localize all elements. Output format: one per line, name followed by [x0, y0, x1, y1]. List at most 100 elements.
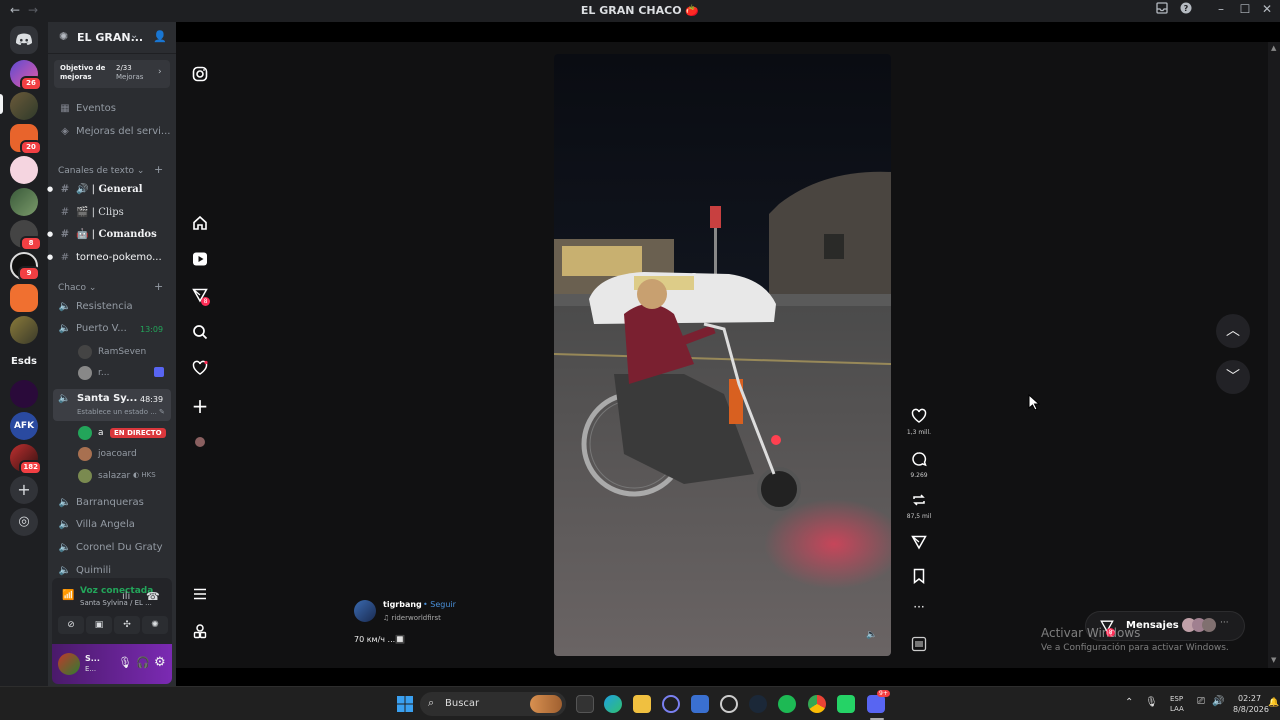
follow-button[interactable]: • Seguir	[423, 600, 456, 609]
soundboard-effects-icon[interactable]: ✺	[142, 616, 168, 634]
clock-date[interactable]: 8/8/2026	[1233, 705, 1269, 714]
voice-category-chaco[interactable]: Chaco ⌄	[58, 283, 96, 293]
activities-icon[interactable]: ✣	[114, 616, 140, 634]
scroll-down-icon[interactable]: ▼	[1271, 656, 1276, 664]
pencil-icon[interactable]: ✎	[159, 408, 165, 416]
disconnect-icon[interactable]: ☎	[146, 590, 160, 603]
repost-button[interactable]: 87,5 mil	[905, 492, 933, 520]
channel-clips[interactable]: # 🎬 | Clips	[58, 204, 124, 222]
channel-general[interactable]: # 🔊 | General	[58, 181, 143, 199]
profile-avatar[interactable]	[190, 432, 210, 452]
discord-taskbar-icon[interactable]: 9+	[867, 690, 890, 713]
voice-user[interactable]: joacoard	[78, 445, 137, 463]
scrollbar[interactable]: ▲ ▼	[1268, 42, 1280, 668]
share-button[interactable]	[905, 534, 933, 554]
voice-channel-villa[interactable]: 🔈 Villa Angela	[58, 516, 135, 534]
plus-icon[interactable]: +	[190, 396, 210, 416]
home-icon[interactable]	[190, 215, 210, 235]
server-boosts-item[interactable]: ◈ Mejoras del servi...	[58, 123, 170, 141]
bookmark-button[interactable]	[905, 568, 933, 588]
server-icon[interactable]: 8	[10, 220, 42, 251]
inbox-send-icon[interactable]: 8	[190, 287, 210, 307]
heart-icon[interactable]	[190, 360, 210, 380]
network-icon[interactable]: ⎚	[1197, 696, 1205, 707]
windows-start-icon[interactable]	[396, 695, 414, 713]
server-icon[interactable]	[10, 156, 38, 184]
server-icon[interactable]: 182	[10, 444, 42, 475]
edge-browser-icon[interactable]	[604, 695, 622, 713]
picture-in-picture-icon[interactable]	[905, 636, 933, 656]
server-icon[interactable]	[10, 284, 38, 312]
instagram-icon[interactable]	[190, 66, 210, 86]
voice-channel-coronel[interactable]: 🔈 Coronel Du Graty	[58, 539, 163, 557]
comment-button[interactable]: 9.269	[905, 451, 933, 479]
clock-time[interactable]: 02:27	[1238, 694, 1261, 703]
region-indicator[interactable]: LAA	[1170, 705, 1184, 713]
headphones-icon[interactable]: 🎧	[136, 656, 150, 669]
soundboard-icon[interactable]: ılı	[122, 591, 130, 602]
game-app-icon[interactable]	[720, 695, 738, 713]
author-name[interactable]: tigrbang	[383, 600, 422, 609]
settings-gear-icon[interactable]: ⚙	[154, 655, 166, 670]
channel-torneo[interactable]: # torneo-pokemo...	[58, 249, 170, 267]
taskbar-search[interactable]: ⌕ Buscar	[420, 692, 566, 716]
language-indicator[interactable]: ESP	[1170, 695, 1183, 703]
more-options-icon[interactable]: ···	[905, 600, 933, 614]
video-play-icon[interactable]	[190, 251, 210, 271]
camera-off-icon[interactable]: ⊘	[58, 616, 84, 634]
voice-user[interactable]: a	[78, 424, 104, 442]
like-button[interactable]: 1,3 mill.	[905, 408, 933, 436]
tray-chevron-up-icon[interactable]: ⌃	[1125, 697, 1133, 708]
voice-channel-barranqueras[interactable]: 🔈 Barranqueras	[58, 494, 144, 512]
help-icon[interactable]: ?	[1177, 2, 1195, 18]
microphone-icon[interactable]: 🎙	[118, 656, 132, 669]
text-channels-category[interactable]: Canales de texto ⌄	[58, 166, 144, 176]
guild-header[interactable]: ✺ EL GRAN... ⌄ 👤	[48, 22, 176, 54]
volume-icon[interactable]: 🔊	[1212, 696, 1224, 707]
next-video-button[interactable]: ﹀	[1216, 360, 1250, 394]
video-player[interactable]: 🔈	[554, 54, 891, 656]
channel-comandos[interactable]: # 🤖 | Comandos	[58, 226, 157, 244]
scroll-up-icon[interactable]: ▲	[1271, 44, 1276, 52]
profile-icon[interactable]	[190, 623, 210, 643]
previous-video-button[interactable]: ︿	[1216, 314, 1250, 348]
server-icon[interactable]	[10, 316, 38, 344]
spotify-icon[interactable]	[778, 695, 796, 713]
avatar[interactable]	[58, 653, 80, 675]
events-item[interactable]: ▦ Eventos	[58, 100, 116, 118]
add-channel-icon[interactable]: +	[154, 280, 163, 293]
volume-icon[interactable]: 🔈	[866, 630, 877, 640]
steam-icon[interactable]	[749, 695, 767, 713]
microphone-tray-icon[interactable]: 🎙	[1145, 697, 1158, 708]
voice-channel-santa[interactable]: 🔈 Santa Sy... 48:39 Establece un estado …	[53, 389, 171, 421]
voice-location[interactable]: Santa Sylvina / EL ...	[80, 599, 152, 607]
minimize-icon[interactable]: –	[1212, 2, 1230, 18]
server-icon[interactable]: 20	[10, 124, 42, 155]
server-icon[interactable]	[10, 380, 38, 408]
add-server-icon[interactable]: +	[10, 476, 38, 504]
discover-compass-icon[interactable]: ◎	[10, 508, 38, 536]
server-afk-icon[interactable]: AFK	[10, 412, 38, 440]
search-icon[interactable]	[190, 324, 210, 344]
voice-user[interactable]: r...	[78, 364, 109, 382]
whatsapp-icon[interactable]	[837, 695, 855, 713]
notification-bell-icon[interactable]: 🔔	[1268, 698, 1279, 708]
inbox-icon[interactable]	[1153, 2, 1171, 18]
server-icon[interactable]: 26	[10, 60, 42, 91]
voice-user[interactable]: salazar	[78, 467, 130, 485]
server-icon[interactable]	[10, 188, 38, 216]
menu-icon[interactable]	[190, 586, 210, 606]
voice-user[interactable]: RamSeven	[78, 343, 146, 361]
screen-share-icon[interactable]: ▣	[86, 616, 112, 634]
server-icon[interactable]: 9	[10, 252, 40, 281]
invite-people-icon[interactable]: 👤	[153, 30, 167, 43]
server-text-icon[interactable]: Esds	[10, 348, 38, 376]
close-icon[interactable]: ✕	[1258, 2, 1276, 18]
chrome-icon[interactable]	[808, 695, 826, 713]
author-avatar[interactable]	[354, 600, 376, 622]
maximize-icon[interactable]: ☐	[1236, 2, 1254, 18]
audio-track[interactable]: ♫ riderworldfirst	[383, 614, 441, 622]
task-view-icon[interactable]	[576, 695, 594, 713]
microsoft-store-icon[interactable]	[691, 695, 709, 713]
cortana-icon[interactable]	[662, 695, 680, 713]
